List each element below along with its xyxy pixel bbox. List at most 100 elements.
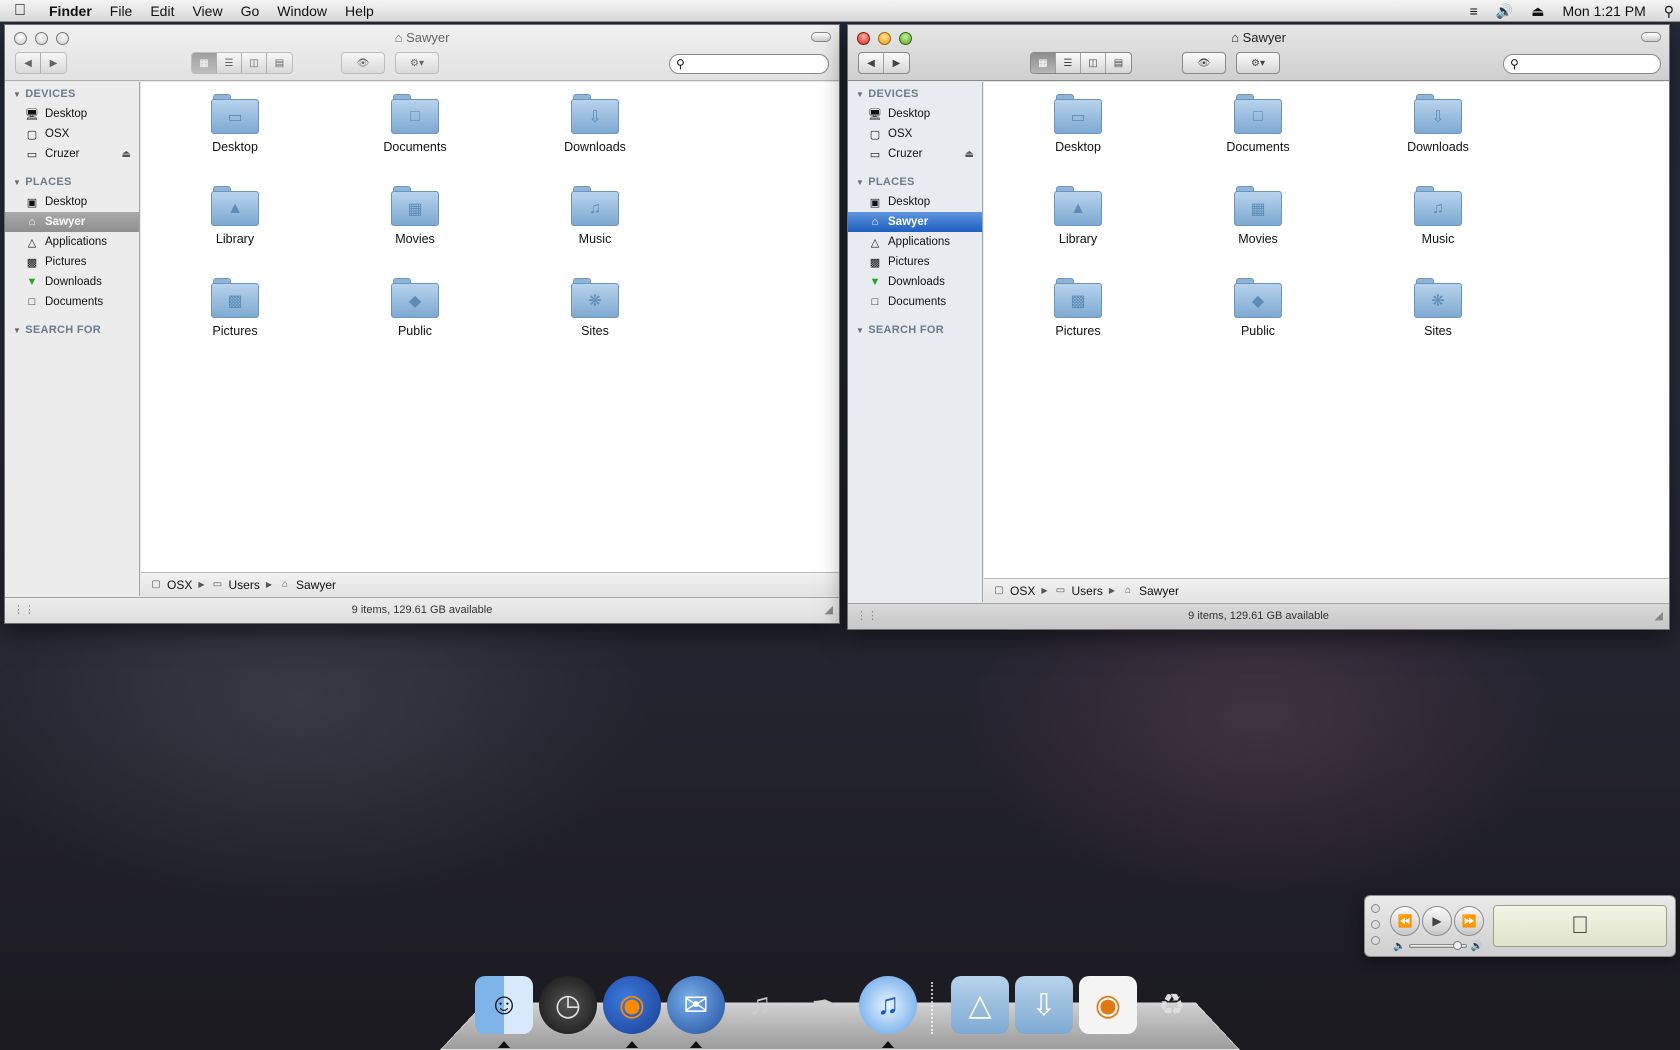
eject-icon[interactable]: ⏏ [965, 149, 974, 160]
sidebar-item-documents[interactable]: □ Documents [5, 292, 139, 312]
resize-handle-icon[interactable]: ◢ [1655, 604, 1663, 629]
folder-music[interactable]: ♫ Music [535, 174, 655, 258]
folder-movies[interactable]: ▦ Movies [355, 174, 475, 258]
menu-edit[interactable]: Edit [141, 0, 183, 22]
path-item-users[interactable]: ▭ Users [211, 578, 260, 592]
itunes-zoom-button[interactable] [1371, 936, 1380, 945]
spotlight-icon[interactable]: ⚲ [1658, 0, 1680, 22]
forward-button[interactable]: ▶ [884, 53, 909, 73]
itunes-icon[interactable]: ♫ [859, 976, 917, 1048]
path-item-sawyer[interactable]: ⌂ Sawyer [278, 578, 336, 592]
sidebar-item-applications[interactable]: △ Applications [5, 232, 139, 252]
disclosure-triangle-icon[interactable]: ▼ [856, 90, 864, 99]
sidebar-item-osx[interactable]: ▢ OSX [848, 124, 982, 144]
disclosure-triangle-icon[interactable]: ▼ [13, 178, 21, 187]
thunderbird-icon[interactable]: ✉ [667, 976, 725, 1048]
sidebar-item-sawyer[interactable]: ⌂ Sawyer [848, 212, 982, 232]
list-view-button[interactable]: ☰ [217, 53, 242, 73]
sidebar-item-pictures[interactable]: ▩ Pictures [848, 252, 982, 272]
folder-public[interactable]: ◆ Public [1198, 266, 1318, 350]
folder-desktop[interactable]: ▭ Desktop [175, 82, 295, 166]
firefox-doc-icon[interactable]: ◉ [1079, 976, 1137, 1034]
folder-sites[interactable]: ❋ Sites [535, 266, 655, 350]
folder-desktop[interactable]: ▭ Desktop [1018, 82, 1138, 166]
dashboard-icon[interactable]: ◷ [539, 976, 597, 1034]
sidebar-item-desktop[interactable]: ▣ Desktop [5, 192, 139, 212]
firefox-icon[interactable]: ◉ [603, 976, 661, 1048]
quicklook-button[interactable]: 👁 [342, 53, 384, 73]
volume-menu-icon[interactable]: 🔊 [1490, 0, 1519, 22]
sidebar-item-cruzer[interactable]: ▭ Cruzer ⏏ [848, 144, 982, 164]
folder-documents[interactable]: □ Documents [1198, 82, 1318, 166]
volume-slider[interactable]: 🔈 🔊 [1393, 940, 1483, 952]
search-field[interactable]: ⚲ [669, 54, 829, 74]
back-button[interactable]: ◀ [859, 53, 884, 73]
folder-downloads[interactable]: ⇩ Downloads [1378, 82, 1498, 166]
menu-file[interactable]: File [101, 0, 142, 22]
sidebar-item-desktop[interactable]: ▣ Desktop [848, 192, 982, 212]
search-input[interactable] [1522, 56, 1660, 72]
forward-button[interactable]: ▶ [41, 53, 66, 73]
trash-icon[interactable]: ♻ [1143, 976, 1201, 1034]
play-button[interactable]: ▶ [1422, 906, 1452, 936]
folder-music[interactable]: ♫ Music [1378, 174, 1498, 258]
sidebar-grip-icon[interactable]: ⋮⋮ [13, 598, 35, 623]
icon-view-button[interactable]: ▦ [192, 53, 217, 73]
quicklook-button[interactable]: 👁 [1183, 53, 1225, 73]
toolbar-toggle-button[interactable] [811, 32, 831, 42]
script-editor-icon[interactable]: ✒ [795, 976, 853, 1034]
eject-menu-icon[interactable]: ⏏ [1525, 0, 1550, 22]
resize-handle-icon[interactable]: ◢ [825, 598, 833, 623]
eject-icon[interactable]: ⏏ [122, 149, 131, 160]
sidebar-item-documents[interactable]: □ Documents [848, 292, 982, 312]
list-view-button[interactable]: ☰ [1056, 53, 1081, 73]
path-item-sawyer[interactable]: ⌂ Sawyer [1121, 584, 1179, 598]
menu-finder[interactable]: Finder [40, 0, 101, 22]
icon-view-button[interactable]: ▦ [1031, 53, 1056, 73]
window-titlebar[interactable]: ⌂ Sawyer ◀ ▶ ▦ ☰ ◫ ▤ 👁 ⚙▾ ⚲ [848, 25, 1669, 81]
volume-knob[interactable] [1453, 941, 1463, 950]
folder-pictures[interactable]: ▩ Pictures [1018, 266, 1138, 350]
folder-movies[interactable]: ▦ Movies [1198, 174, 1318, 258]
folder-public[interactable]: ◆ Public [355, 266, 475, 350]
headphones-icon[interactable]: ♫ [731, 976, 789, 1034]
apple-menu-icon[interactable]:  [0, 2, 40, 20]
sidebar-item-pictures[interactable]: ▩ Pictures [5, 252, 139, 272]
sidebar-item-osx[interactable]: ▢ OSX [5, 124, 139, 144]
sidebar-grip-icon[interactable]: ⋮⋮ [856, 604, 878, 629]
action-gear-button[interactable]: ⚙▾ [396, 53, 438, 73]
menu-view[interactable]: View [183, 0, 231, 22]
disclosure-triangle-icon[interactable]: ▼ [13, 90, 21, 99]
folder-downloads[interactable]: ⇩ Downloads [535, 82, 655, 166]
sidebar-item-desktop-device[interactable]: 🖥 Desktop [848, 104, 982, 124]
coverflow-view-button[interactable]: ▤ [267, 53, 292, 73]
coverflow-view-button[interactable]: ▤ [1106, 53, 1131, 73]
sidebar-item-sawyer[interactable]: ⌂ Sawyer [5, 212, 139, 232]
folder-pictures[interactable]: ▩ Pictures [175, 266, 295, 350]
sidebar-item-downloads[interactable]: ▼ Downloads [5, 272, 139, 292]
bluetooth-menu-icon[interactable]: ≡ [1464, 0, 1484, 22]
menu-go[interactable]: Go [232, 0, 269, 22]
column-view-button[interactable]: ◫ [1081, 53, 1106, 73]
fast-forward-button[interactable]: ⏩ [1454, 906, 1484, 936]
disclosure-triangle-icon[interactable]: ▼ [856, 178, 864, 187]
disclosure-triangle-icon[interactable]: ▼ [856, 326, 864, 335]
applications-stack-icon[interactable]: △ [951, 976, 1009, 1034]
itunes-close-button[interactable] [1371, 904, 1380, 913]
sidebar-item-cruzer[interactable]: ▭ Cruzer ⏏ [5, 144, 139, 164]
path-item-osx[interactable]: ▢ OSX [992, 584, 1035, 598]
search-field[interactable]: ⚲ [1503, 54, 1661, 74]
finder-icon[interactable]: ☺ [475, 976, 533, 1048]
toolbar-toggle-button[interactable] [1641, 32, 1661, 42]
menu-window[interactable]: Window [268, 0, 336, 22]
downloads-stack-icon[interactable]: ⇩ [1015, 976, 1073, 1034]
window-titlebar[interactable]: ⌂ Sawyer ◀ ▶ ▦ ☰ ◫ ▤ 👁 ⚙▾ ⚲ [5, 25, 839, 81]
sidebar-item-desktop-device[interactable]: 🖥 Desktop [5, 104, 139, 124]
action-gear-button[interactable]: ⚙▾ [1237, 53, 1279, 73]
folder-sites[interactable]: ❋ Sites [1378, 266, 1498, 350]
menu-clock[interactable]: Mon 1:21 PM [1556, 0, 1651, 22]
search-input[interactable] [688, 56, 828, 72]
folder-documents[interactable]: □ Documents [355, 82, 475, 166]
path-item-users[interactable]: ▭ Users [1054, 584, 1103, 598]
sidebar-item-applications[interactable]: △ Applications [848, 232, 982, 252]
